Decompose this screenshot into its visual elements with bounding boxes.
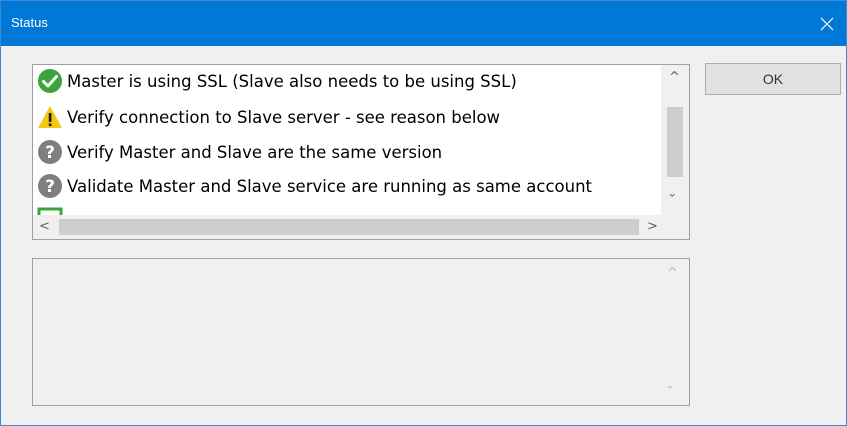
warning-icon xyxy=(38,106,62,128)
status-dialog: Status Master is using SSL (Slave also n… xyxy=(0,0,847,426)
status-checklist[interactable]: Master is using SSL (Slave also needs to… xyxy=(32,64,690,240)
list-item[interactable]: ? Verify Master and Slave are the same v… xyxy=(37,138,442,166)
vertical-scroll-thumb[interactable] xyxy=(667,107,683,177)
window-title: Status xyxy=(11,15,48,30)
scroll-left-icon[interactable]: < xyxy=(39,220,50,233)
list-item-label: Verify connection to Slave server - see … xyxy=(67,107,501,127)
list-item-label: Master is using SSL (Slave also needs to… xyxy=(67,71,517,91)
details-textbox[interactable]: ^ ˇ xyxy=(32,258,690,406)
close-icon xyxy=(820,17,834,30)
scroll-up-icon[interactable]: ^ xyxy=(669,71,680,84)
question-icon: ? xyxy=(38,174,62,198)
horizontal-scrollbar[interactable]: < > xyxy=(33,215,689,239)
list-item[interactable]: Master is using SSL (Slave also needs to… xyxy=(37,67,517,95)
checklist-viewport: Master is using SSL (Slave also needs to… xyxy=(33,65,661,215)
ok-button[interactable]: OK xyxy=(705,63,841,95)
list-item[interactable]: Verify connection to Slave server - see … xyxy=(37,103,500,131)
list-item[interactable]: ? Validate Master and Slave service are … xyxy=(37,172,592,200)
success-check-icon xyxy=(38,69,62,93)
scroll-down-icon[interactable]: ˇ xyxy=(666,387,674,400)
scroll-right-icon[interactable]: > xyxy=(647,220,658,233)
vertical-scrollbar[interactable]: ^ ˇ xyxy=(661,65,689,215)
list-item-label: Verify Master and Slave are the same ver… xyxy=(67,142,443,162)
question-icon: ? xyxy=(38,140,62,164)
svg-text:?: ? xyxy=(45,177,55,197)
scrollbar-corner xyxy=(661,215,689,239)
title-bar[interactable]: Status xyxy=(1,1,846,46)
scroll-down-icon[interactable]: ˇ xyxy=(668,195,676,208)
svg-text:?: ? xyxy=(45,143,55,163)
list-item[interactable] xyxy=(37,206,67,215)
pending-box-icon xyxy=(37,207,63,215)
scroll-up-icon[interactable]: ^ xyxy=(667,267,678,280)
horizontal-scroll-thumb[interactable] xyxy=(59,219,639,235)
close-button[interactable] xyxy=(808,1,846,46)
list-item-label: Validate Master and Slave service are ru… xyxy=(67,176,593,196)
